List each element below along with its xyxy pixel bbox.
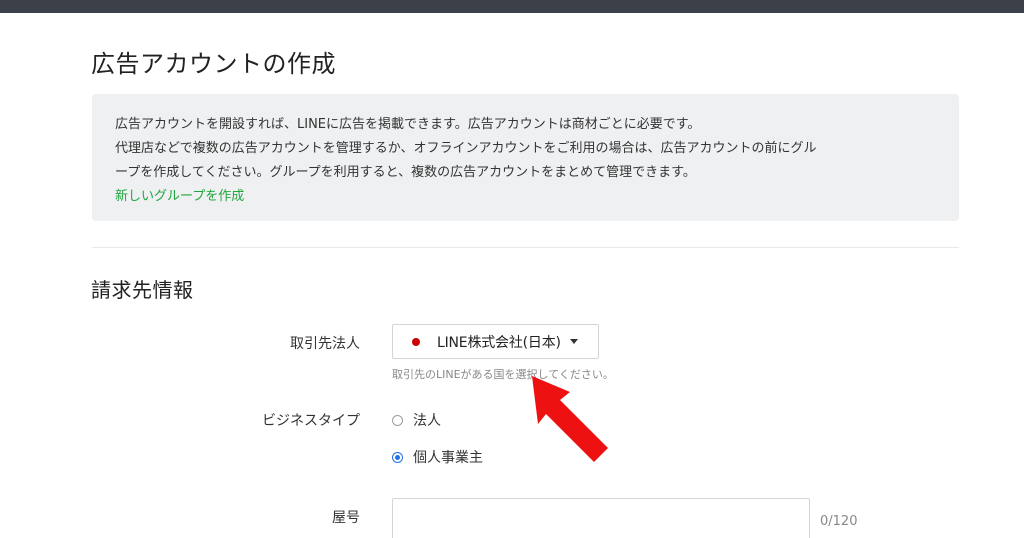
country-dot-icon xyxy=(412,337,420,346)
radio-label-sole-proprietor: 個人事業主 xyxy=(413,450,483,466)
radio-button-corporation[interactable] xyxy=(392,414,403,426)
page-title: 広告アカウントの作成 xyxy=(91,50,336,78)
billing-section-title: 請求先情報 xyxy=(91,278,194,302)
info-box: 広告アカウントを開設すれば、LINEに広告を掲載できます。広告アカウントは商材ご… xyxy=(92,94,959,221)
partner-select[interactable]: LINE株式会社(日本) xyxy=(392,324,599,359)
radio-button-sole-proprietor[interactable] xyxy=(392,451,403,463)
info-text-line-3: ープを作成してください。グループを利用すると、複数の広告アカウントをまとめて管理… xyxy=(115,165,696,180)
radio-option-corporation[interactable]: 法人 xyxy=(392,410,441,430)
trade-name-input[interactable] xyxy=(392,498,810,538)
trade-name-label: 屋号 xyxy=(332,510,360,526)
caret-down-icon xyxy=(569,339,578,344)
trade-name-counter: 0/120 xyxy=(820,514,858,529)
info-text-line-2: 代理店などで複数の広告アカウントを管理するか、オフラインアカウントをご利用の場合… xyxy=(115,141,817,156)
partner-select-value: LINE株式会社(日本) xyxy=(437,334,561,351)
radio-label-corporation: 法人 xyxy=(413,413,441,429)
red-arrow-annotation-icon xyxy=(532,376,608,462)
red-arrow-shape xyxy=(532,376,608,462)
info-text-line-1: 広告アカウントを開設すれば、LINEに広告を掲載できます。広告アカウントは商材ご… xyxy=(115,117,701,132)
partner-label: 取引先法人 xyxy=(290,336,360,352)
section-divider xyxy=(92,247,959,248)
business-type-label: ビジネスタイプ xyxy=(262,413,360,429)
radio-option-sole-proprietor[interactable]: 個人事業主 xyxy=(392,447,483,467)
create-group-link[interactable]: 新しいグループを作成 xyxy=(115,189,244,204)
top-bar xyxy=(0,0,1024,13)
